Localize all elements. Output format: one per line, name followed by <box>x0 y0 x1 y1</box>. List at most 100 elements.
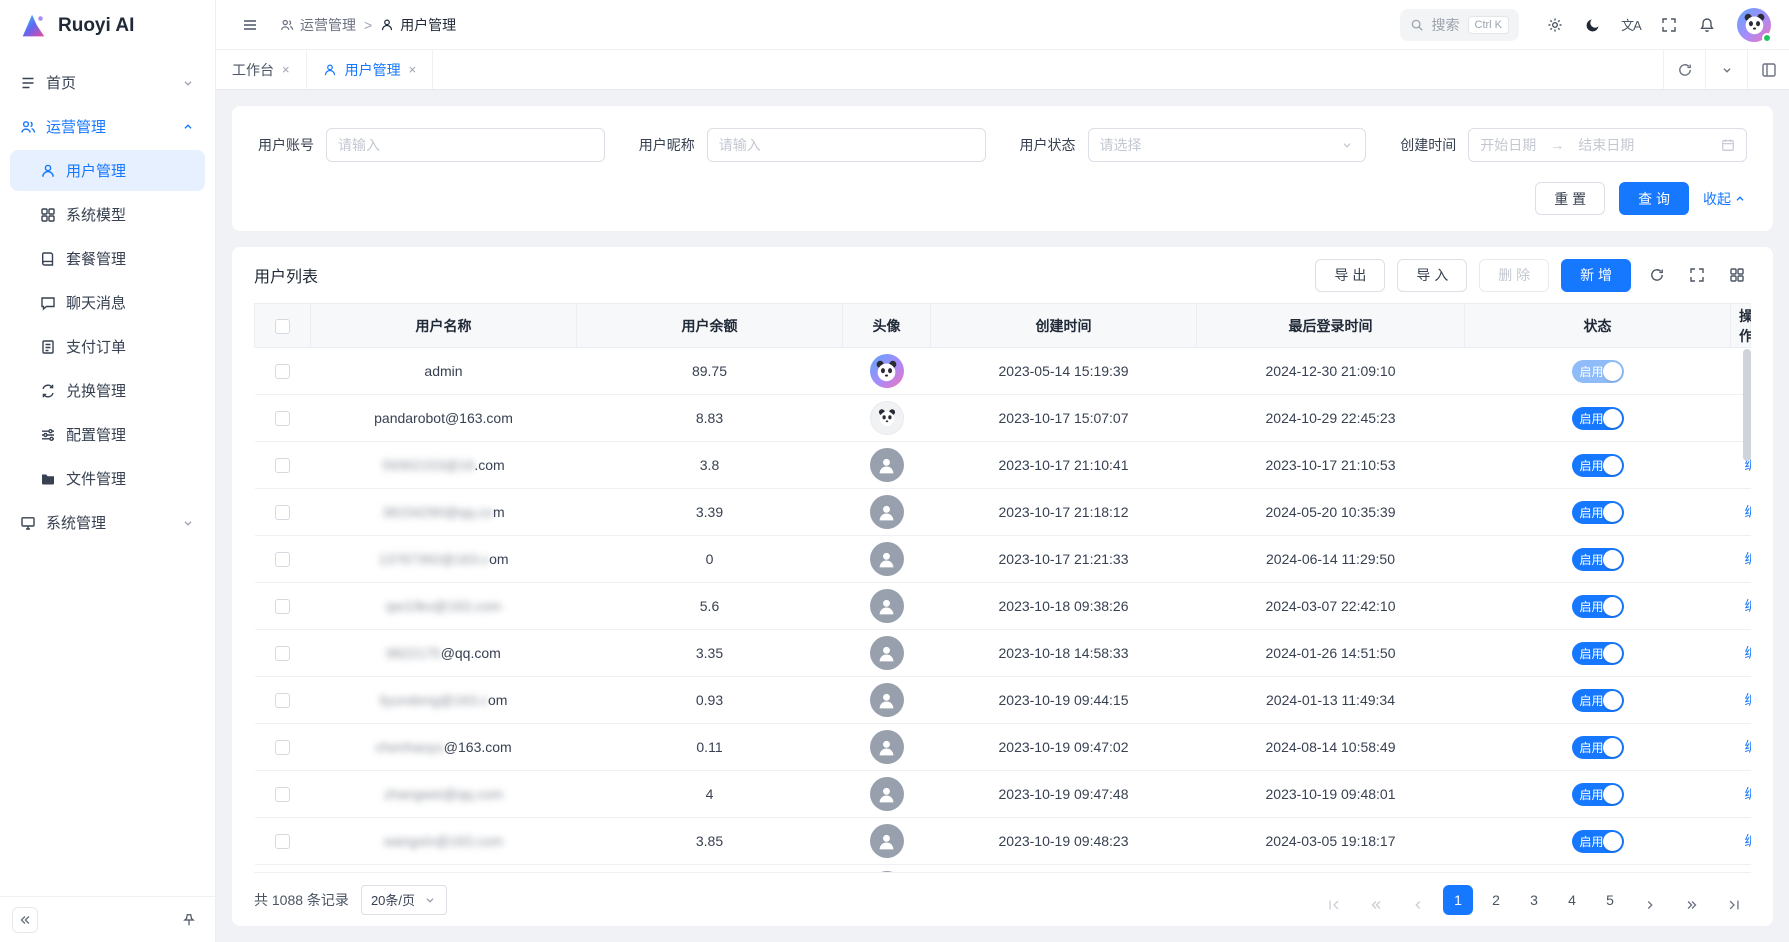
status-toggle[interactable]: 启用 <box>1572 642 1624 665</box>
row-checkbox[interactable] <box>275 740 290 755</box>
table-refresh-button[interactable] <box>1643 261 1671 289</box>
breadcrumb-user-management[interactable]: 用户管理 <box>380 15 456 35</box>
date-range-picker[interactable]: 开始日期 → 结束日期 <box>1468 128 1747 162</box>
status-toggle[interactable]: 启用 <box>1572 548 1624 571</box>
user-name-cell: liyundong@163.com <box>311 677 577 724</box>
sidebar-item-package-management[interactable]: 套餐管理 <box>10 238 205 279</box>
row-checkbox[interactable] <box>275 411 290 426</box>
query-button[interactable]: 查 询 <box>1619 182 1689 215</box>
import-button[interactable]: 导 入 <box>1397 259 1467 292</box>
reset-button[interactable]: 重 置 <box>1535 182 1605 215</box>
menu-toggle-button[interactable] <box>234 9 266 41</box>
row-checkbox[interactable] <box>275 599 290 614</box>
user-balance-cell: 4 <box>577 865 843 873</box>
sidebar-item-file-management[interactable]: 文件管理 <box>10 458 205 499</box>
settings-button[interactable] <box>1539 9 1571 41</box>
brand[interactable]: Ruoyi AI <box>0 0 215 52</box>
row-checkbox[interactable] <box>275 552 290 567</box>
sidebar-item-payment-orders[interactable]: 支付订单 <box>10 326 205 367</box>
sidebar-item-operations[interactable]: 运营管理 <box>10 106 205 147</box>
row-checkbox[interactable] <box>275 505 290 520</box>
select-all-checkbox[interactable] <box>275 319 290 334</box>
sidebar-item-user-management[interactable]: 用户管理 <box>10 150 205 191</box>
breadcrumb-operations[interactable]: 运营管理 <box>280 15 356 35</box>
status-toggle[interactable]: 启用 <box>1572 595 1624 618</box>
notifications-button[interactable] <box>1691 9 1723 41</box>
sidebar-collapse-button[interactable] <box>12 907 38 933</box>
status-select[interactable]: 请选择 <box>1088 128 1367 162</box>
first-page-button[interactable] <box>1317 885 1351 915</box>
page-size-select[interactable]: 20条/页 <box>361 885 447 915</box>
people-icon <box>280 18 294 32</box>
filter-panel: 用户账号 用户昵称 用户状态 请选择 <box>232 106 1773 231</box>
account-input[interactable] <box>338 137 593 153</box>
jump-back-button[interactable] <box>1359 885 1393 915</box>
row-checkbox[interactable] <box>275 693 290 708</box>
tab-refresh-button[interactable] <box>1663 50 1705 89</box>
last-login-cell: 2024-12-30 21:09:10 <box>1197 348 1465 395</box>
table-row: pandarobot@163.com 8.83 2023-10-17 15:07… <box>255 395 1751 442</box>
tab-workbench[interactable]: 工作台 × <box>216 50 307 89</box>
prev-page-button[interactable] <box>1401 885 1435 915</box>
sidebar-pin-button[interactable] <box>175 906 203 934</box>
last-login-cell: 2024-03-05 19:18:17 <box>1197 818 1465 865</box>
sidebar-item-chat-messages[interactable]: 聊天消息 <box>10 282 205 323</box>
sidebar-item-exchange-management[interactable]: 兑换管理 <box>10 370 205 411</box>
column-balance: 用户余额 <box>577 304 843 348</box>
next-page-button[interactable] <box>1633 885 1667 915</box>
breadcrumb: 运营管理 > 用户管理 <box>280 15 456 35</box>
page-button-1[interactable]: 1 <box>1443 885 1473 915</box>
moon-icon <box>1585 17 1601 33</box>
tab-user-management[interactable]: 用户管理 × <box>307 50 434 89</box>
user-avatar[interactable] <box>1737 8 1771 42</box>
last-page-button[interactable] <box>1717 885 1751 915</box>
status-toggle[interactable]: 启用 <box>1572 501 1624 524</box>
row-checkbox[interactable] <box>275 834 290 849</box>
sidebar-item-system-management[interactable]: 系统管理 <box>10 502 205 543</box>
status-toggle[interactable]: 启用 <box>1572 736 1624 759</box>
language-button[interactable]: 文A <box>1615 9 1647 41</box>
status-toggle[interactable]: 启用 <box>1572 689 1624 712</box>
column-settings-button[interactable] <box>1723 261 1751 289</box>
status-toggle[interactable]: 启用 <box>1572 830 1624 853</box>
status-toggle[interactable]: 启用 <box>1572 407 1624 430</box>
created-time-cell: 2023-10-19 09:59:38 <box>931 865 1197 873</box>
global-search[interactable]: 搜索 Ctrl K <box>1400 9 1520 41</box>
row-checkbox[interactable] <box>275 646 290 661</box>
sidebar-item-config-management[interactable]: 配置管理 <box>10 414 205 455</box>
tab-menu-button[interactable] <box>1705 50 1747 89</box>
sidebar-item-system-model[interactable]: 系统模型 <box>10 194 205 235</box>
fullscreen-button[interactable] <box>1653 9 1685 41</box>
page-button-3[interactable]: 3 <box>1519 885 1549 915</box>
scrollbar-thumb[interactable] <box>1743 349 1751 461</box>
delete-button[interactable]: 删 除 <box>1479 259 1549 292</box>
collapse-filter-link[interactable]: 收起 <box>1703 189 1747 209</box>
user-name-cell: 13767392@163.com <box>311 536 577 583</box>
page-button-2[interactable]: 2 <box>1481 885 1511 915</box>
status-toggle[interactable]: 启用 <box>1572 783 1624 806</box>
status-toggle[interactable]: 启用 <box>1572 360 1624 383</box>
page-button-5[interactable]: 5 <box>1595 885 1625 915</box>
tab-fullscreen-button[interactable] <box>1747 50 1789 89</box>
export-button[interactable]: 导 出 <box>1315 259 1385 292</box>
add-button[interactable]: 新 增 <box>1561 259 1631 292</box>
nickname-input[interactable] <box>719 137 974 153</box>
status-toggle[interactable]: 启用 <box>1572 454 1624 477</box>
table-row: lihua2023@qq.com 4 2023-10-19 09:59:38 2… <box>255 865 1751 873</box>
row-checkbox[interactable] <box>275 364 290 379</box>
close-icon[interactable]: × <box>409 63 417 76</box>
close-icon[interactable]: × <box>282 63 290 76</box>
total-records: 共 1088 条记录 <box>254 890 349 910</box>
row-checkbox[interactable] <box>275 787 290 802</box>
folder-icon <box>40 471 56 487</box>
row-checkbox[interactable] <box>275 458 290 473</box>
last-login-cell: 2024-03-07 22:42:10 <box>1197 583 1465 630</box>
table-scrollbar[interactable] <box>1743 349 1751 872</box>
sidebar-item-home[interactable]: 首页 <box>10 62 205 103</box>
table-fullscreen-button[interactable] <box>1683 261 1711 289</box>
user-balance-cell: 5.6 <box>577 583 843 630</box>
avatar <box>870 871 904 872</box>
page-button-4[interactable]: 4 <box>1557 885 1587 915</box>
theme-toggle-button[interactable] <box>1577 9 1609 41</box>
jump-forward-button[interactable] <box>1675 885 1709 915</box>
